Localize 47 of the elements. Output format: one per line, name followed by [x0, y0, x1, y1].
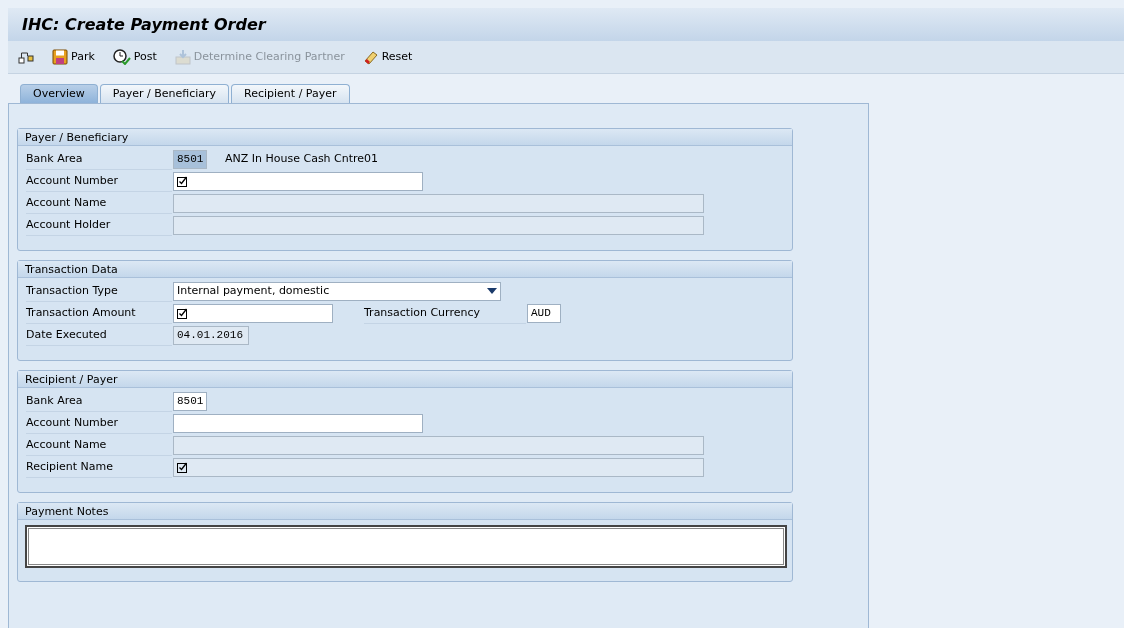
tab[interactable]: Overview [20, 84, 98, 103]
window-title: IHC: Create Payment Order [22, 14, 266, 35]
required-icon [177, 175, 188, 187]
post-button[interactable]: Post [110, 48, 159, 66]
field-label: Bank Area [26, 148, 172, 170]
field-label: Date Executed [26, 324, 172, 346]
reset-button[interactable]: Reset [360, 48, 415, 66]
input-field[interactable] [173, 303, 333, 323]
field-label: Account Number [26, 412, 172, 434]
tab[interactable]: Recipient / Payer [231, 84, 350, 103]
dropdown-field[interactable]: Internal payment, domestic [173, 281, 501, 301]
input-field[interactable] [173, 215, 704, 235]
toolbar-button[interactable] [16, 49, 36, 65]
input-field[interactable]: AUD [527, 303, 561, 323]
field-label: Transaction Amount [26, 302, 172, 324]
input-field[interactable] [173, 435, 704, 455]
input-field[interactable] [173, 193, 704, 213]
group-title: Recipient / Payer [18, 371, 792, 388]
field-label: Transaction Currency [364, 302, 526, 324]
field-label: Recipient Name [26, 456, 172, 478]
group-title: Transaction Data [18, 261, 792, 278]
tray-arrow-icon [174, 49, 191, 65]
required-icon [177, 307, 188, 319]
dropdown-arrow-icon [487, 288, 497, 294]
clock-check-icon [112, 49, 131, 65]
input-field[interactable]: 8501 [173, 391, 207, 411]
group-title: Payer / Beneficiary [18, 129, 792, 146]
park-button[interactable]: Park [50, 48, 97, 66]
input-field[interactable]: 04.01.2016 [173, 325, 249, 345]
field-label: Account Name [26, 192, 172, 214]
input-field[interactable] [173, 413, 423, 433]
field-description: ANZ In House Cash Cntre01 [225, 150, 379, 167]
input-field[interactable] [173, 457, 704, 477]
hierarchy-icon [18, 49, 34, 65]
group-title: Payment Notes [18, 503, 792, 520]
field-label: Bank Area [26, 390, 172, 412]
notes-field[interactable] [25, 525, 787, 568]
eraser-icon [362, 49, 379, 65]
input-field[interactable] [173, 171, 423, 191]
tab[interactable]: Payer / Beneficiary [99, 84, 230, 103]
field-label: Account Name [26, 434, 172, 456]
save-icon [52, 49, 68, 65]
required-icon [177, 461, 188, 473]
field-label: Account Holder [26, 214, 172, 236]
input-field[interactable]: 8501 [173, 149, 207, 169]
field-label: Account Number [26, 170, 172, 192]
field-label: Transaction Type [26, 280, 172, 302]
